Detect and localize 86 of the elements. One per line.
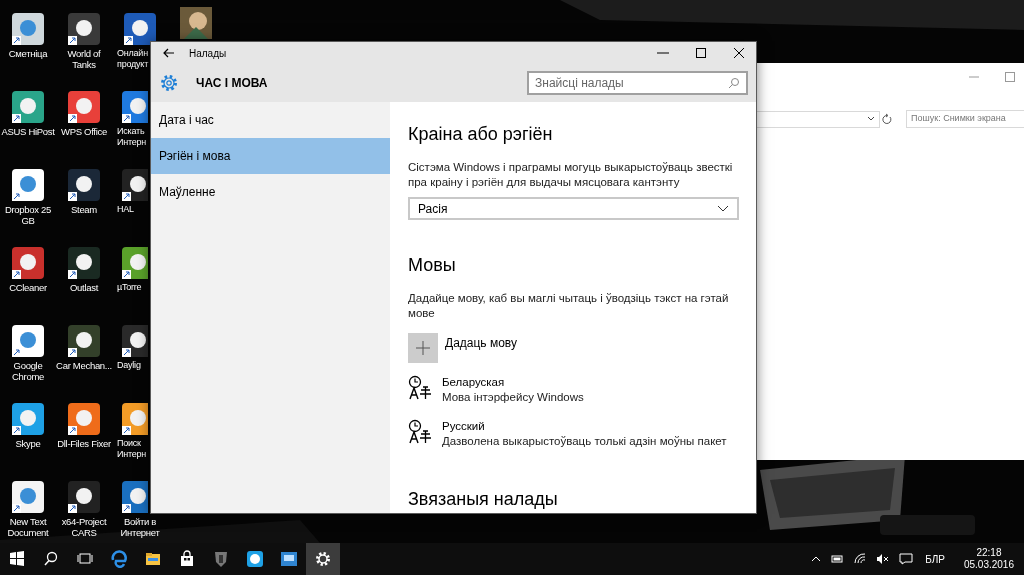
browser-icon [109,549,129,569]
search-icon[interactable] [728,77,740,89]
app-icon[interactable] [67,12,101,46]
app-icon[interactable] [67,168,101,202]
language-status: Мова інтэрфейсу Windows [442,390,584,405]
description-text: Дадайце мову, каб вы маглі чытаць і ўводзіць тэкст на гэтай мове [408,291,730,321]
language-status: Дазволена выкарыстоўваць толькі адзін моўны пакет [442,434,727,449]
app-icon[interactable] [121,246,148,280]
app-icon[interactable] [178,5,214,41]
app-icon[interactable] [123,12,157,46]
icon-label: Steam [70,204,98,215]
app-icon[interactable] [121,324,148,358]
icon-label: Outlast [69,282,100,293]
maximize-icon[interactable] [693,47,709,59]
settings-icon [313,549,333,569]
section-heading: Мовы [408,254,457,277]
app-icon[interactable] [11,168,45,202]
section-heading: Краіна або рэгіён [408,123,554,146]
icon-label: Dropbox 25 GB [3,204,53,226]
icon-label: Car Mechan... [56,360,112,371]
app-icon[interactable] [67,480,101,514]
app-icon[interactable] [67,90,101,124]
close-icon[interactable] [731,47,747,59]
taskbar-button[interactable] [306,543,340,575]
volume-icon[interactable] [876,553,891,565]
notification-icon[interactable] [899,553,914,565]
app-icon[interactable] [121,480,148,514]
back-icon[interactable] [163,48,175,58]
language-indicator[interactable]: БЛР [925,551,945,567]
chevron-up-icon[interactable] [811,555,822,563]
app-icon[interactable] [67,402,101,436]
icon-label: Онлайн продукт [117,48,150,70]
add-language-label[interactable]: Дадаць мову [445,334,517,352]
icon-label: Google Chrome [11,360,45,382]
icon-label: µTorre [117,282,143,293]
icon-label: CCleaner [8,282,48,293]
search-placeholder: Знайсці налады [535,75,624,92]
app-icon[interactable] [67,324,101,358]
wifi-icon[interactable] [853,553,868,565]
plus-icon [416,341,430,355]
dropdown-value: Расія [418,200,448,218]
section-heading: Звязаныя налады [408,488,559,511]
chevron-icon [717,204,729,213]
icon-label: ASUS HiPost [0,126,56,137]
app-icon[interactable] [11,246,45,280]
app-icon[interactable] [121,90,148,124]
app-icon[interactable] [67,246,101,280]
icon-label: Поиск Интерн [117,438,148,460]
icon-label: Сметніца [7,48,49,59]
icon-label: WPS Office [60,126,108,137]
app-icon[interactable] [11,480,45,514]
language-name[interactable]: Русский [442,419,727,434]
icon-label: Dll-Files Fixer [56,438,112,449]
language-icon[interactable] [408,419,432,445]
dropdown-icon[interactable] [867,116,875,122]
language-icon[interactable] [408,375,432,401]
icon-label: New Text Document [6,516,50,538]
clock[interactable]: 22:18 05.03.2016 [963,547,1014,571]
app-icon[interactable] [11,324,45,358]
icon-label: x64-Project CARS [60,516,108,538]
app-icon[interactable] [121,168,148,202]
icon-label: Skype [14,438,42,449]
window-app-icon [279,549,299,569]
icon-label: Daylig [117,360,142,371]
nav-item[interactable]: Маўленне [151,174,390,210]
nav-item[interactable]: Рэгіён і мова [151,138,390,174]
region-dropdown[interactable]: Расія [408,197,739,220]
window-title: Налады [189,46,227,61]
app-icon[interactable] [11,12,45,46]
settings-icon [159,73,179,93]
app-icon[interactable] [121,402,148,436]
search-field[interactable]: Знайсці налады [527,71,748,95]
icon-label: Войти в Интернет [119,516,161,538]
icon-label: HAL [117,204,135,215]
nav-item[interactable]: Дата і час [151,102,390,138]
icon-label: Искать Интерн [117,126,148,148]
section-title: ЧАС І МОВА [196,75,268,92]
app-icon[interactable] [11,90,45,124]
app-icon[interactable] [11,402,45,436]
language-name[interactable]: Беларуская [442,375,584,390]
icon-label: World of Tanks [66,48,102,70]
battery-icon[interactable] [830,554,845,564]
start-icon [7,549,27,569]
description-text: Сістэма Windows і праграмы могуць выкарыстоўваць звесткі пра краіну і рэгіён для выдачы мясцовага кантэнту [408,160,734,190]
search-field[interactable]: Пошук: Снимки экрана [906,110,1024,128]
chat-app-icon [245,549,265,569]
